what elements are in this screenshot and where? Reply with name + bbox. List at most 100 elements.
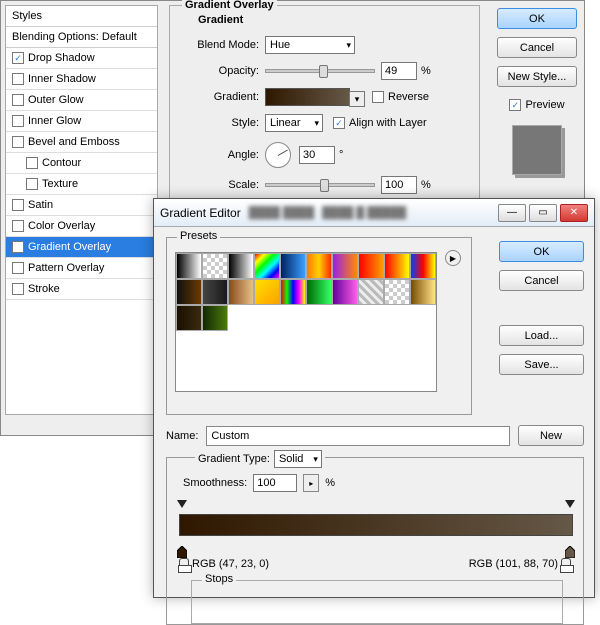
preset-swatch[interactable] <box>358 253 384 279</box>
preset-swatch[interactable] <box>384 253 410 279</box>
style-row-label: Gradient Overlay <box>28 241 111 253</box>
style-row-label: Satin <box>28 199 53 211</box>
maximize-button[interactable]: ▭ <box>529 204 557 222</box>
angle-label: Angle: <box>170 149 265 161</box>
opacity-value[interactable]: 49 <box>381 62 417 80</box>
preset-swatch[interactable] <box>202 253 228 279</box>
preset-swatch[interactable] <box>358 279 384 305</box>
style-checkbox[interactable] <box>12 262 24 274</box>
style-row-label: Inner Glow <box>28 115 81 127</box>
name-input[interactable] <box>206 426 510 446</box>
opacity-stop-left[interactable] <box>177 500 187 510</box>
angle-value[interactable]: 30 <box>299 146 335 164</box>
presets-menu-icon[interactable]: ▶ <box>445 250 461 266</box>
preset-swatch[interactable] <box>228 279 254 305</box>
style-row-inner-shadow[interactable]: Inner Shadow <box>6 69 157 90</box>
blending-options-title[interactable]: Blending Options: Default <box>6 27 157 48</box>
group-subtitle: Gradient <box>198 14 243 26</box>
gradient-type-select[interactable]: Solid <box>274 450 322 468</box>
style-row-pattern-overlay[interactable]: Pattern Overlay <box>6 258 157 279</box>
blend-mode-select[interactable]: Hue <box>265 36 355 54</box>
style-checkbox[interactable] <box>12 73 24 85</box>
reverse-checkbox[interactable] <box>372 91 384 103</box>
style-checkbox[interactable] <box>12 136 24 148</box>
style-checkbox[interactable] <box>26 157 38 169</box>
style-row-contour[interactable]: Contour <box>6 153 157 174</box>
preset-swatch[interactable] <box>202 279 228 305</box>
style-select[interactable]: Linear <box>265 114 323 132</box>
new-style-button[interactable]: New Style... <box>497 66 577 87</box>
opacity-slider[interactable] <box>265 69 375 73</box>
save-button[interactable]: Save... <box>499 354 584 375</box>
preset-swatch[interactable] <box>176 253 202 279</box>
preset-swatch[interactable] <box>410 253 436 279</box>
style-row-inner-glow[interactable]: Inner Glow <box>6 111 157 132</box>
cancel-button[interactable]: Cancel <box>497 37 577 58</box>
preset-swatch[interactable] <box>254 253 280 279</box>
style-row-stroke[interactable]: Stroke <box>6 279 157 300</box>
style-row-label: Bevel and Emboss <box>28 136 120 148</box>
preset-swatch[interactable] <box>202 305 228 331</box>
rgb-left-label: RGB (47, 23, 0) <box>192 558 269 570</box>
smoothness-label: Smoothness: <box>183 477 247 489</box>
style-row-drop-shadow[interactable]: Drop Shadow <box>6 48 157 69</box>
preset-swatch[interactable] <box>332 279 358 305</box>
style-checkbox[interactable] <box>12 115 24 127</box>
color-stop-right[interactable] <box>565 546 575 558</box>
preset-swatch[interactable] <box>176 305 202 331</box>
opacity-unit: % <box>421 65 431 77</box>
preset-swatch[interactable] <box>228 253 254 279</box>
preset-swatch[interactable] <box>410 279 436 305</box>
gradient-editor-titlebar[interactable]: Gradient Editor ████ ████ ████ █ █████ —… <box>154 199 594 227</box>
ok-button[interactable]: OK <box>497 8 577 29</box>
style-checkbox[interactable] <box>12 283 24 295</box>
style-row-color-overlay[interactable]: Color Overlay <box>6 216 157 237</box>
gradient-bar[interactable] <box>179 508 573 554</box>
opacity-stop-right[interactable] <box>565 500 575 510</box>
angle-dial[interactable] <box>265 142 291 168</box>
align-checkbox[interactable] <box>333 117 345 129</box>
scale-value[interactable]: 100 <box>381 176 417 194</box>
preset-swatch[interactable] <box>280 279 306 305</box>
load-button[interactable]: Load... <box>499 325 584 346</box>
style-checkbox[interactable] <box>12 52 24 64</box>
preset-swatch[interactable] <box>254 279 280 305</box>
style-checkbox[interactable] <box>12 199 24 211</box>
reverse-label: Reverse <box>388 91 429 103</box>
scale-slider[interactable] <box>265 183 375 187</box>
gradient-editor-dialog: Gradient Editor ████ ████ ████ █ █████ —… <box>153 198 595 598</box>
smoothness-spinner[interactable]: ▸ <box>303 474 319 492</box>
preset-swatch[interactable] <box>306 253 332 279</box>
style-row-label: Drop Shadow <box>28 52 95 64</box>
close-button[interactable]: ✕ <box>560 204 588 222</box>
preset-swatch[interactable] <box>280 253 306 279</box>
style-row-bevel-and-emboss[interactable]: Bevel and Emboss <box>6 132 157 153</box>
style-row-satin[interactable]: Satin <box>6 195 157 216</box>
new-button[interactable]: New <box>518 425 584 446</box>
preset-swatch[interactable] <box>332 253 358 279</box>
smoothness-value[interactable]: 100 <box>253 474 297 492</box>
presets-grid[interactable] <box>175 252 437 392</box>
style-checkbox[interactable] <box>26 178 38 190</box>
lock-icon <box>179 558 189 570</box>
style-row-label: Color Overlay <box>28 220 95 232</box>
style-row-gradient-overlay[interactable]: Gradient Overlay <box>6 237 157 258</box>
scale-label: Scale: <box>170 179 265 191</box>
style-row-texture[interactable]: Texture <box>6 174 157 195</box>
style-checkbox[interactable] <box>12 94 24 106</box>
gradient-swatch[interactable] <box>265 88 350 106</box>
style-checkbox[interactable] <box>12 220 24 232</box>
preset-swatch[interactable] <box>176 279 202 305</box>
stops-group: Stops <box>191 580 563 624</box>
style-row-outer-glow[interactable]: Outer Glow <box>6 90 157 111</box>
ge-cancel-button[interactable]: Cancel <box>499 270 584 291</box>
preset-swatch[interactable] <box>384 279 410 305</box>
minimize-button[interactable]: — <box>498 204 526 222</box>
gradient-label: Gradient: <box>170 91 265 103</box>
color-stop-left[interactable] <box>177 546 187 558</box>
preset-swatch[interactable] <box>306 279 332 305</box>
ls-right-buttons: OK Cancel New Style... Preview <box>497 8 577 175</box>
preview-checkbox[interactable] <box>509 99 521 111</box>
ge-ok-button[interactable]: OK <box>499 241 584 262</box>
style-checkbox[interactable] <box>12 241 24 253</box>
